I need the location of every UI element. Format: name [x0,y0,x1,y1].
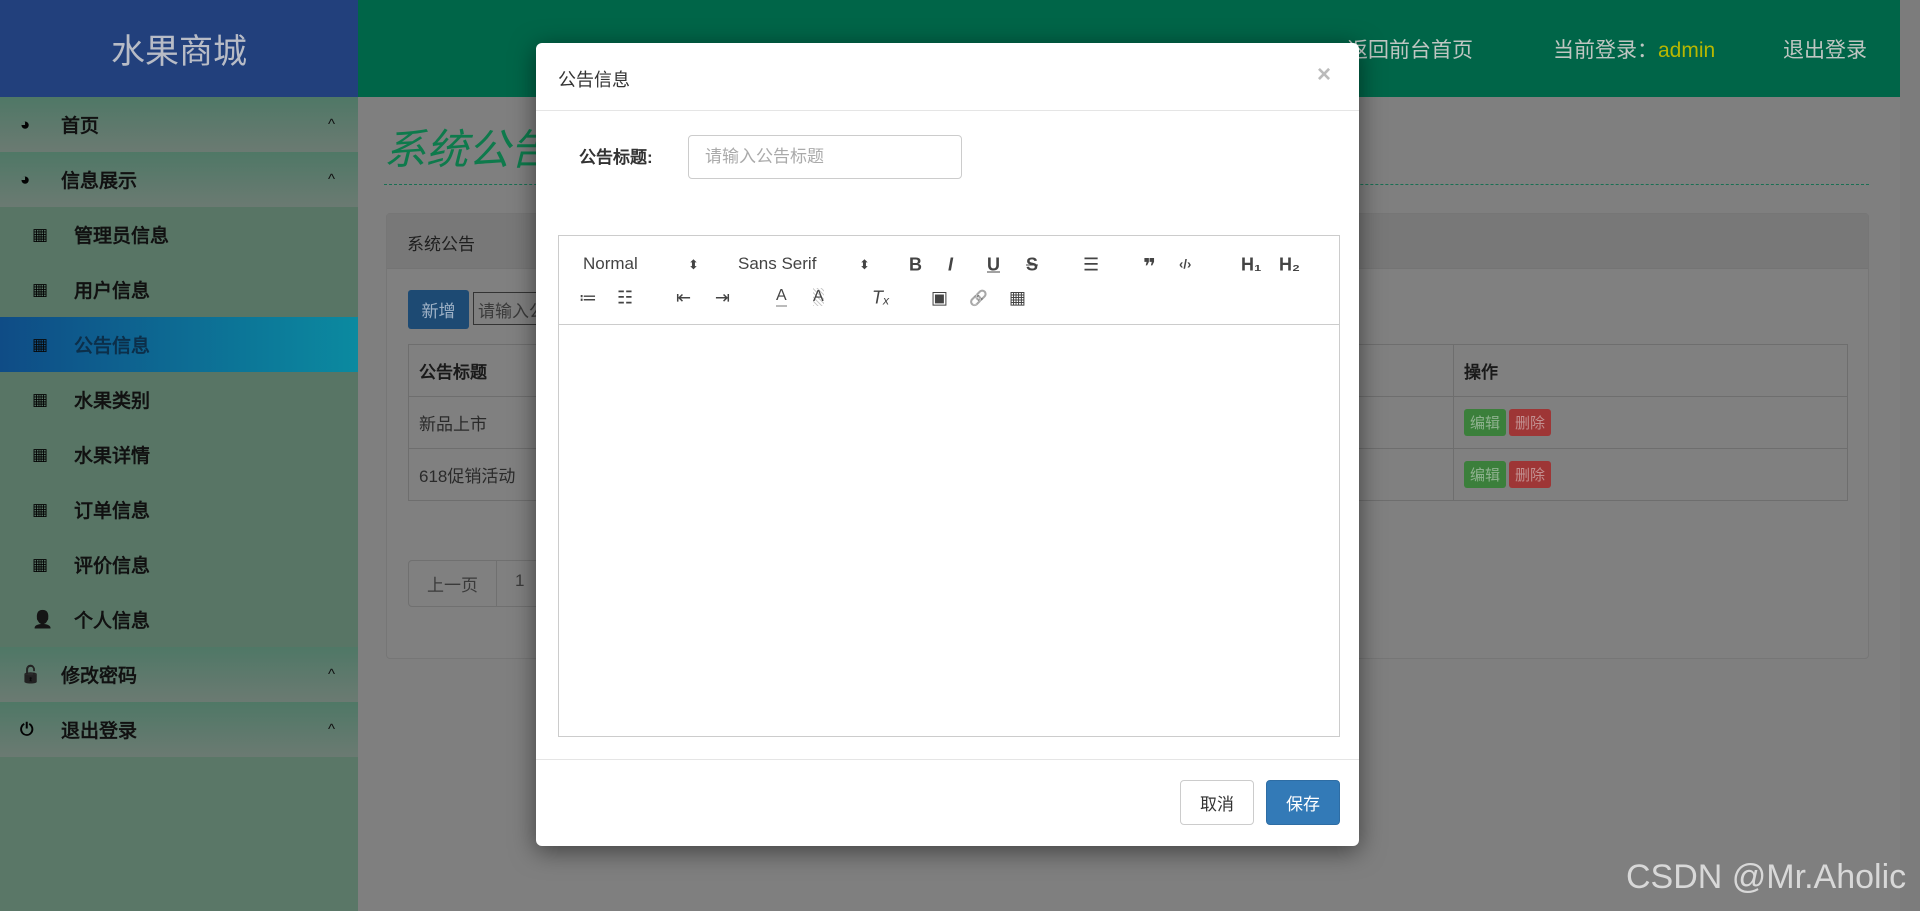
sidebar-item-label: 公告信息 [74,336,151,357]
bold-icon[interactable]: B [909,255,922,276]
notice-modal: 公告信息 × 公告标题: Normal ⬍ Sans Serif ⬍ B I U… [536,43,1359,846]
sidebar-item-label: 水果详情 [74,446,151,467]
editor-content[interactable] [559,325,1339,736]
image-icon[interactable]: ▣ [931,288,948,309]
title-field-label: 公告标题: [579,148,653,167]
login-label: 当前登录： [1553,39,1658,62]
cell-actions: 编辑 删除 [1453,396,1848,449]
sidebar-item-label: 水果类别 [74,391,151,412]
editor-toolbar: Normal ⬍ Sans Serif ⬍ B I U S ☰ ❞ ‹/› H₁… [559,236,1339,325]
italic-icon[interactable]: I [948,255,953,276]
column-header-actions: 操作 [1453,344,1848,397]
user-icon: 👤 [32,609,54,629]
sidebar-item[interactable]: ▦ 管理员信息 [0,207,358,262]
sidebar-item-label: 信息展示 [61,171,138,192]
sidebar-item-label: 个人信息 [74,611,151,632]
bullet-list-icon[interactable]: ☷ [617,288,633,309]
pagination: 上一页 1 [408,560,545,607]
delete-button[interactable]: 删除 [1509,409,1552,436]
chevron-up-icon: ^ [328,171,336,188]
sidebar-item[interactable]: ◕ 信息展示 ^ [0,152,358,207]
cell-actions: 编辑 删除 [1453,448,1848,501]
sidebar-item-label: 首页 [61,116,100,137]
background-color-icon[interactable]: A [813,288,824,306]
dashboard-icon: ◕ [20,169,31,189]
modal-footer-divider [536,759,1359,760]
save-button[interactable]: 保存 [1266,780,1340,825]
link-icon[interactable]: 🔗 [969,289,988,307]
sidebar-item-label: 修改密码 [61,666,138,687]
table-icon: ▦ [32,444,49,464]
dashboard-icon: ◕ [20,114,31,134]
sidebar-item[interactable]: ⏻ 退出登录 ^ [0,702,358,757]
outdent-icon[interactable]: ⇤ [676,288,691,309]
clear-format-icon[interactable]: Tₓ [872,288,890,309]
code-icon[interactable]: ‹/› [1179,257,1191,272]
sidebar-item-label: 评价信息 [74,556,151,577]
sidebar-item[interactable]: ▦ 订单信息 [0,482,358,537]
ordered-list-icon[interactable]: ≔ [579,288,597,309]
rich-text-editor: Normal ⬍ Sans Serif ⬍ B I U S ☰ ❞ ‹/› H₁… [558,235,1340,737]
table-icon: ▦ [32,554,49,574]
add-button[interactable]: 新增 [408,290,469,329]
sidebar-item-label: 订单信息 [74,501,151,522]
logout-link[interactable]: 退出登录 [1783,34,1867,64]
sidebar-item[interactable]: ▦ 水果详情 [0,427,358,482]
h1-icon[interactable]: H₁ [1241,255,1261,276]
sidebar-item[interactable]: ▦ 评价信息 [0,537,358,592]
text-color-icon[interactable]: A [776,287,787,307]
table-icon: ▦ [32,499,49,519]
sidebar-item-label: 用户信息 [74,281,151,302]
close-icon[interactable]: × [1317,61,1331,89]
sidebar-item[interactable]: ▦ 用户信息 [0,262,358,317]
page-title: 系统公告 [384,126,553,173]
watermark: CSDN @Mr.Aholic [1626,858,1907,896]
strike-icon[interactable]: S [1026,255,1038,276]
modal-title: 公告信息 [558,70,630,90]
sidebar-item-label: 退出登录 [61,721,138,742]
sidebar-item-label: 管理员信息 [74,226,170,247]
underline-icon[interactable]: U [987,255,1000,276]
table-icon: ▦ [32,224,49,244]
table-icon: ▦ [32,389,49,409]
chevron-updown-icon: ⬍ [688,257,699,272]
app-brand: 水果商城 [0,0,358,97]
title-input[interactable] [688,135,962,179]
blockquote-icon[interactable]: ❞ [1143,254,1156,280]
sidebar-item[interactable]: ▦ 公告信息 [0,317,358,372]
lock-icon: 🔓 [20,664,42,684]
edit-button[interactable]: 编辑 [1464,409,1507,436]
sidebar-item[interactable]: 👤 个人信息 [0,592,358,647]
header-select[interactable]: Normal [583,254,638,274]
edit-button[interactable]: 编辑 [1464,461,1507,488]
indent-icon[interactable]: ⇥ [715,288,730,309]
cancel-button[interactable]: 取消 [1180,780,1254,825]
font-select[interactable]: Sans Serif [738,254,816,274]
h2-icon[interactable]: H₂ [1279,255,1300,276]
modal-header: 公告信息 × [536,43,1359,111]
chevron-up-icon: ^ [328,666,336,683]
username: admin [1658,39,1716,62]
power-icon: ⏻ [20,719,34,739]
sidebar-item[interactable]: ◕ 首页 ^ [0,97,358,152]
current-login-label: 当前登录：admin [1553,34,1715,64]
align-icon[interactable]: ☰ [1083,255,1099,276]
chevron-updown-icon: ⬍ [859,257,870,272]
table-icon: ▦ [32,279,49,299]
sidebar: ◕ 首页 ^ ◕ 信息展示 ^ ▦ 管理员信息 ▦ 用户信息 ▦ 公告信息 ▦ 水果类别 ▦ 水果详情 ▦ 订单信… [0,97,358,911]
sidebar-item[interactable]: ▦ 水果类别 [0,372,358,427]
back-to-front-link[interactable]: 返回前台首页 [1347,34,1473,64]
scrollbar[interactable] [1900,0,1920,911]
delete-button[interactable]: 删除 [1509,461,1552,488]
table-icon: ▦ [32,334,49,354]
prev-page-button[interactable]: 上一页 [409,561,497,606]
chevron-up-icon: ^ [328,721,336,738]
video-icon[interactable]: ▦ [1009,288,1026,309]
sidebar-item[interactable]: 🔓 修改密码 ^ [0,647,358,702]
chevron-up-icon: ^ [328,116,336,133]
